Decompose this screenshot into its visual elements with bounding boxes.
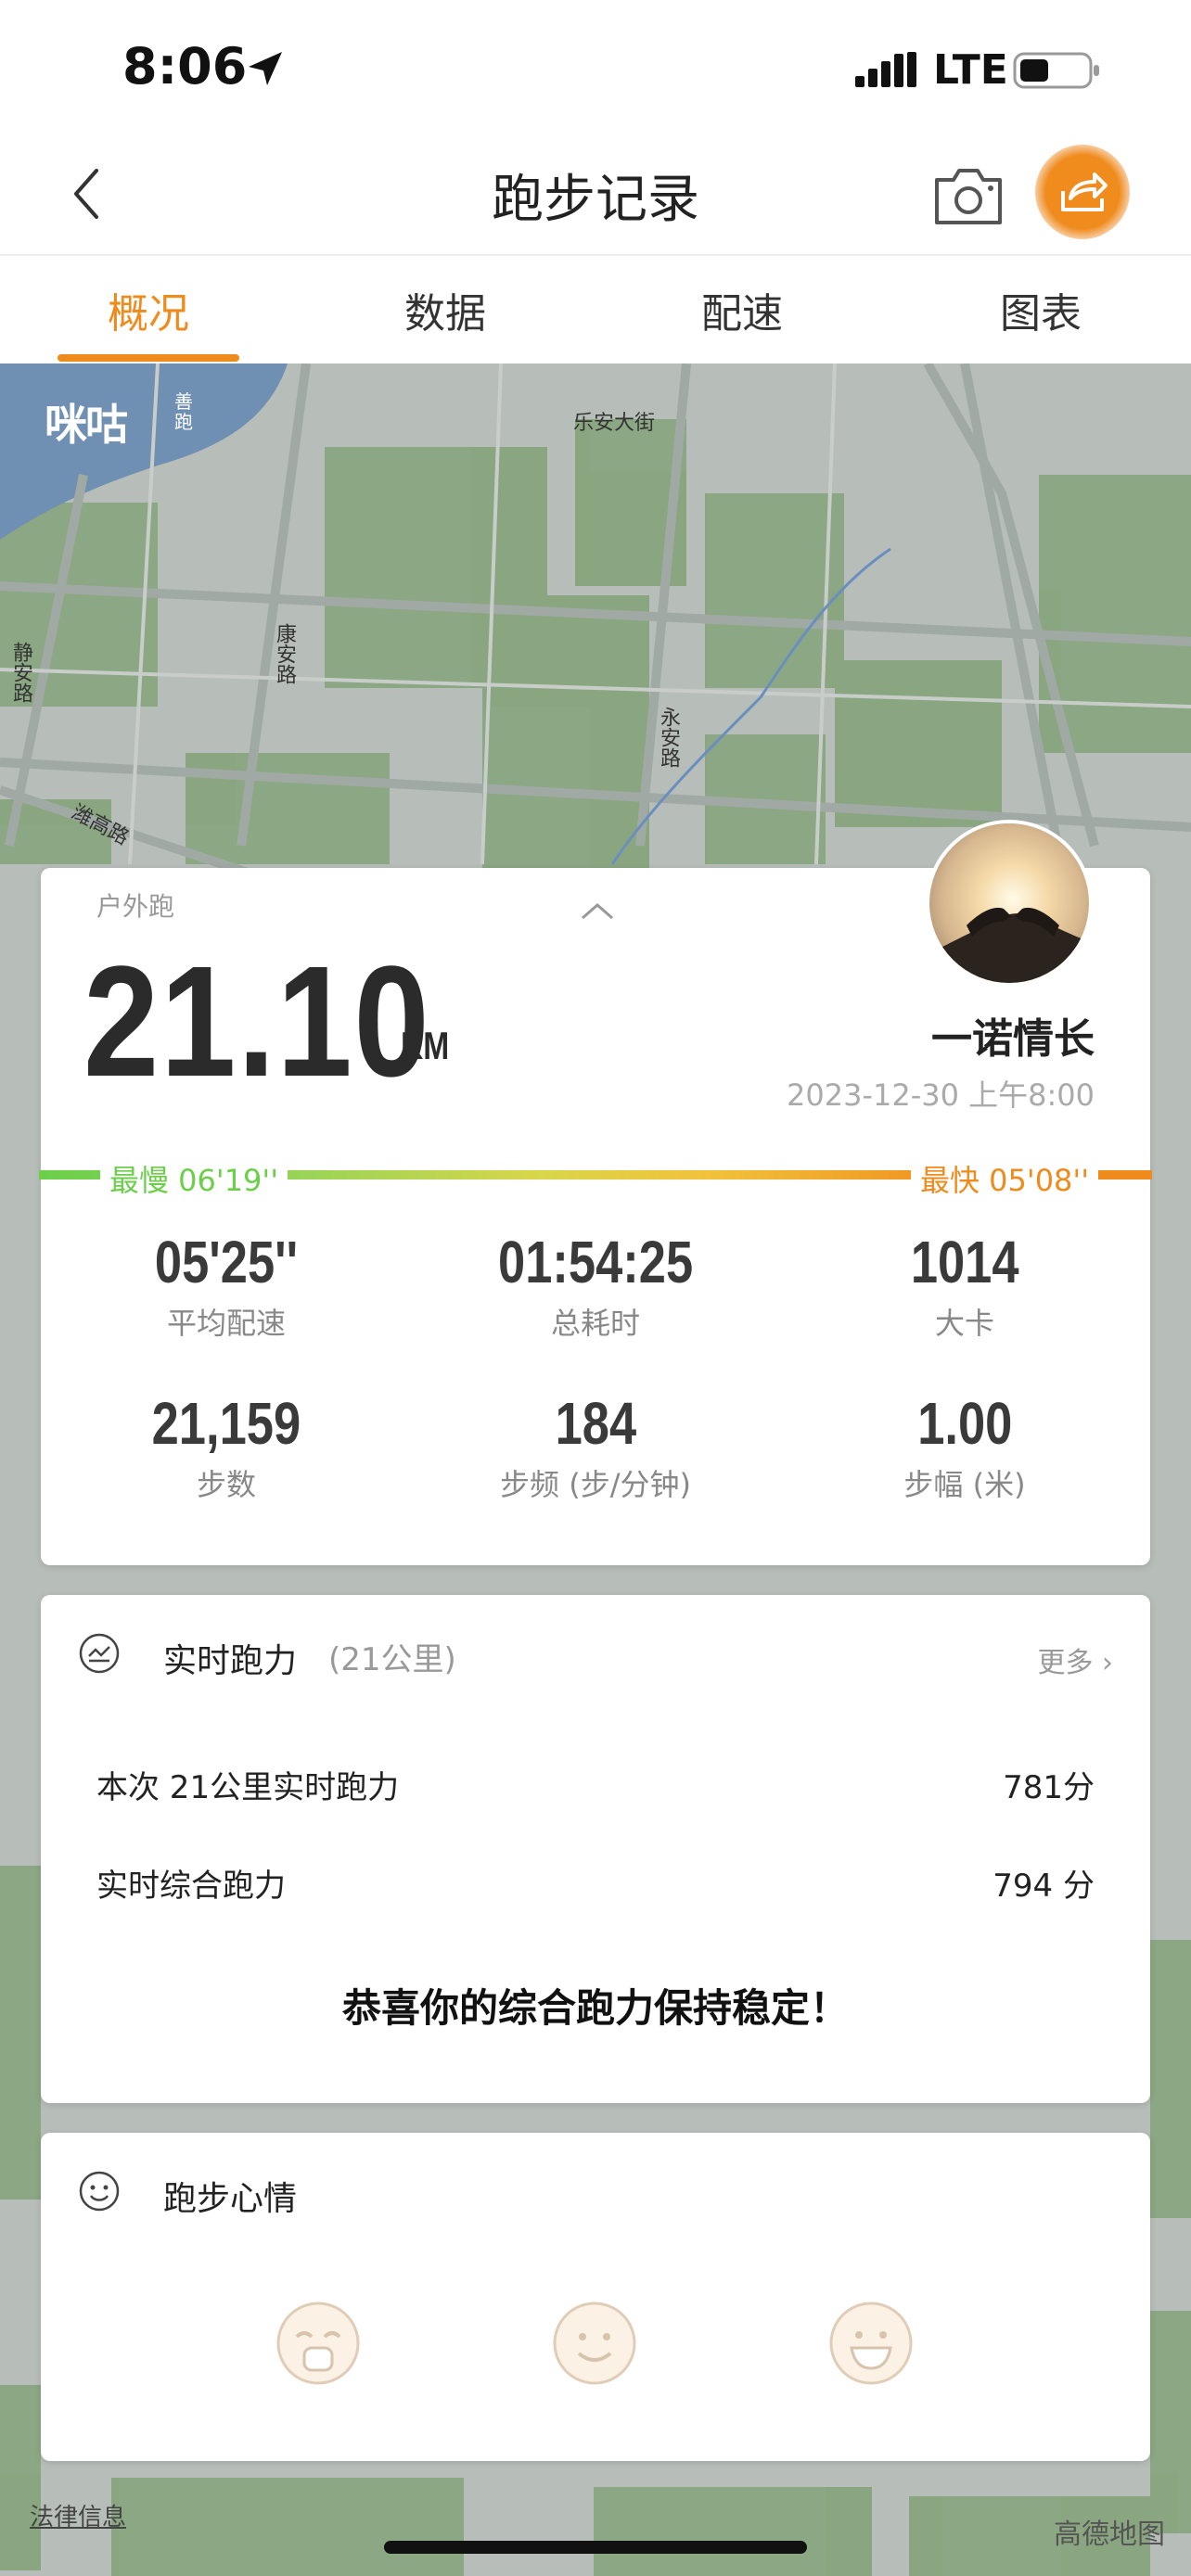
stat-label: 步频 (步/分钟) (500, 1467, 691, 1502)
power-row-label: 本次 21公里实时跑力 (96, 1769, 400, 1806)
tab-bar: 概况 数据 配速 图表 (0, 254, 1191, 363)
stat-value: 05'25'' (154, 1229, 299, 1295)
power-message: 恭喜你的综合跑力保持稳定！ (341, 1985, 849, 2031)
app-logo-sub: 善跑 (174, 390, 193, 433)
stat-value: 21,159 (151, 1390, 301, 1457)
stat-label: 步数 (196, 1467, 256, 1502)
stat-cadence: 184 步频 (步/分钟) (410, 1389, 781, 1504)
power-row: 本次 21公里实时跑力 781分 (96, 1762, 1095, 1807)
road-label: 静安路 (9, 642, 32, 703)
stat-value: 1.00 (916, 1390, 1013, 1457)
share-icon (1061, 172, 1108, 211)
home-indicator[interactable] (384, 2541, 807, 2554)
run-datetime: 2023-12-30 上午8:00 (786, 1078, 1095, 1113)
tab-overview[interactable]: 概况 (56, 280, 241, 339)
legal-info-link[interactable]: 法律信息 (30, 2498, 126, 2532)
run-summary-card: 户外跑 21.10 KM 一诺情长 2023-12-30 上午8:00 最慢 0… (39, 820, 1152, 1565)
tab-data[interactable]: 数据 (352, 280, 538, 339)
stat-value: 01:54:25 (497, 1229, 694, 1295)
power-row-value: 794 分 (992, 1868, 1095, 1905)
stat-value: 1014 (910, 1229, 1019, 1295)
cellular-signal-icon (855, 52, 916, 87)
stat-label: 步幅 (米) (903, 1467, 1026, 1502)
status-time: 8:06 (122, 37, 248, 96)
stat-label: 大卡 (934, 1306, 994, 1341)
stat-total-time: 01:54:25 总耗时 (410, 1228, 781, 1343)
avatar[interactable] (926, 820, 1093, 987)
road-label: 永安路 (657, 707, 680, 768)
pace-range-bar: 最慢 06'19'' 最快 05'08'' (39, 1157, 1152, 1200)
smile-icon (79, 2171, 120, 2212)
running-mood-card: 跑步心情 (41, 2133, 1150, 2461)
status-bar: 8:06 LTE (0, 0, 1191, 139)
tired-face-icon[interactable] (275, 2300, 362, 2387)
stat-steps: 21,159 步数 (41, 1389, 412, 1504)
camera-button[interactable] (933, 165, 1004, 226)
stat-label: 总耗时 (550, 1306, 640, 1341)
distance-value: 21.10 (83, 934, 431, 1110)
battery-icon (1013, 52, 1099, 89)
fastest-pace: 最快 05'08'' (911, 1157, 1099, 1200)
power-row-value: 781分 (1003, 1769, 1095, 1806)
stat-avg-pace: 05'25'' 平均配速 (41, 1228, 412, 1343)
collapse-chevron-icon[interactable] (579, 899, 616, 922)
distance-unit: KM (401, 1024, 450, 1067)
road-label: 乐安大街 (573, 412, 656, 435)
run-record-page: 8:06 LTE 跑步记录 概况 数据 配速 图表 咪咕 善跑 乐安大街 静安路… (0, 0, 1191, 2576)
avatar-image (929, 823, 1089, 983)
network-type: LTE (933, 46, 1008, 94)
running-power-card: 实时跑力 (21公里) 更多 › 本次 21公里实时跑力 781分 实时综合跑力… (41, 1595, 1150, 2103)
stat-label: 平均配速 (166, 1306, 286, 1341)
trend-icon (79, 1633, 120, 1674)
power-row-label: 实时综合跑力 (96, 1868, 286, 1905)
stat-stride: 1.00 步幅 (米) (779, 1389, 1150, 1504)
section-subtitle: (21公里) (328, 1641, 456, 1678)
stat-calories: 1014 大卡 (779, 1228, 1150, 1343)
map-provider-logo: 高德地图 (1054, 2519, 1165, 2551)
happy-face-icon[interactable] (827, 2300, 915, 2387)
tab-pace[interactable]: 配速 (649, 280, 835, 339)
slowest-pace: 最慢 06'19'' (100, 1157, 288, 1200)
calm-face-icon[interactable] (551, 2300, 638, 2387)
section-title: 跑步心情 (163, 2180, 298, 2218)
tab-charts[interactable]: 图表 (948, 280, 1133, 339)
run-type: 户外跑 (96, 891, 175, 922)
username: 一诺情长 (931, 1015, 1095, 1063)
power-row: 实时综合跑力 794 分 (96, 1860, 1095, 1906)
nav-bar: 跑步记录 (0, 139, 1191, 254)
section-title: 实时跑力 (163, 1642, 298, 1680)
more-link[interactable]: 更多 › (1037, 1639, 1113, 1680)
app-logo: 咪咕 (45, 400, 128, 450)
share-button[interactable] (1035, 145, 1130, 239)
page-title: 跑步记录 (492, 170, 699, 230)
road-label: 康安路 (273, 623, 296, 684)
location-arrow-icon (249, 52, 282, 85)
active-tab-indicator (58, 354, 239, 362)
stat-value: 184 (555, 1390, 636, 1457)
